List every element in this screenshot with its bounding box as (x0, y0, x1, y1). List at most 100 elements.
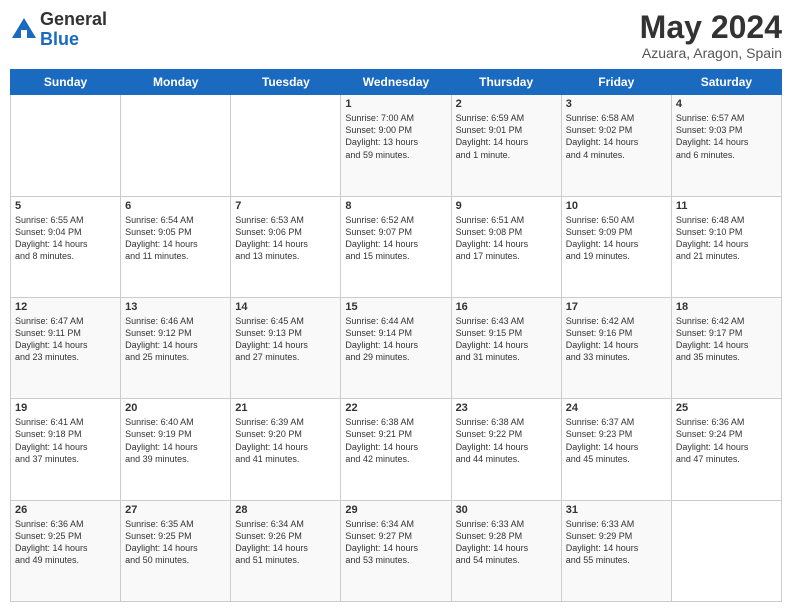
calendar-cell: 30 Sunrise: 6:33 AM Sunset: 9:28 PM Dayli… (451, 500, 561, 601)
day-number: 21 (235, 402, 336, 414)
day-content: Sunrise: 6:51 AM Sunset: 9:08 PM Dayligh… (456, 214, 557, 263)
calendar-cell: 22 Sunrise: 6:38 AM Sunset: 9:21 PM Dayli… (341, 399, 451, 500)
day-content: Sunrise: 6:39 AM Sunset: 9:20 PM Dayligh… (235, 416, 336, 465)
day-number: 19 (15, 402, 116, 414)
day-number: 28 (235, 504, 336, 516)
day-content: Sunrise: 6:54 AM Sunset: 9:05 PM Dayligh… (125, 214, 226, 263)
week-row-1: 1Sunrise: 7:00 AM Sunset: 9:00 PM Daylig… (11, 95, 782, 196)
calendar-cell: 4Sunrise: 6:57 AM Sunset: 9:03 PM Daylig… (671, 95, 781, 196)
day-number: 5 (15, 200, 116, 212)
day-number: 30 (456, 504, 557, 516)
col-thursday: Thursday (451, 70, 561, 95)
day-number: 15 (345, 301, 446, 313)
header-row: Sunday Monday Tuesday Wednesday Thursday… (11, 70, 782, 95)
day-content: Sunrise: 6:38 AM Sunset: 9:22 PM Dayligh… (456, 416, 557, 465)
calendar-cell: 17 Sunrise: 6:42 AM Sunset: 9:16 PM Dayli… (561, 297, 671, 398)
day-content: Sunrise: 6:45 AM Sunset: 9:13 PM Dayligh… (235, 315, 336, 364)
logo-general-text: General (40, 10, 107, 30)
day-number: 7 (235, 200, 336, 212)
day-number: 1 (345, 98, 446, 110)
calendar-cell: 27 Sunrise: 6:35 AM Sunset: 9:25 PM Dayli… (121, 500, 231, 601)
week-row-3: 12 Sunrise: 6:47 AM Sunset: 9:11 PM Dayli… (11, 297, 782, 398)
calendar-cell (671, 500, 781, 601)
col-wednesday: Wednesday (341, 70, 451, 95)
week-row-5: 26Sunrise: 6:36 AM Sunset: 9:25 PM Dayli… (11, 500, 782, 601)
logo-icon (10, 16, 38, 44)
day-content: Sunrise: 6:55 AM Sunset: 9:04 PM Dayligh… (15, 214, 116, 263)
day-content: Sunrise: 6:44 AM Sunset: 9:14 PM Dayligh… (345, 315, 446, 364)
calendar-cell (121, 95, 231, 196)
day-content: Sunrise: 6:33 AM Sunset: 9:29 PM Dayligh… (566, 518, 667, 567)
calendar-cell: 11Sunrise: 6:48 AM Sunset: 9:10 PM Dayli… (671, 196, 781, 297)
day-content: Sunrise: 6:42 AM Sunset: 9:16 PM Dayligh… (566, 315, 667, 364)
day-number: 27 (125, 504, 226, 516)
day-content: Sunrise: 6:35 AM Sunset: 9:25 PM Dayligh… (125, 518, 226, 567)
col-friday: Friday (561, 70, 671, 95)
calendar-cell: 8Sunrise: 6:52 AM Sunset: 9:07 PM Daylig… (341, 196, 451, 297)
calendar-cell: 15 Sunrise: 6:44 AM Sunset: 9:14 PM Dayli… (341, 297, 451, 398)
day-content: Sunrise: 6:47 AM Sunset: 9:11 PM Dayligh… (15, 315, 116, 364)
location-subtitle: Azuara, Aragon, Spain (640, 45, 782, 61)
calendar-cell: 20Sunrise: 6:40 AM Sunset: 9:19 PM Dayli… (121, 399, 231, 500)
calendar-cell: 1Sunrise: 7:00 AM Sunset: 9:00 PM Daylig… (341, 95, 451, 196)
day-content: Sunrise: 6:34 AM Sunset: 9:26 PM Dayligh… (235, 518, 336, 567)
day-content: Sunrise: 6:46 AM Sunset: 9:12 PM Dayligh… (125, 315, 226, 364)
calendar-cell: 18 Sunrise: 6:42 AM Sunset: 9:17 PM Dayli… (671, 297, 781, 398)
day-number: 16 (456, 301, 557, 313)
day-number: 6 (125, 200, 226, 212)
calendar-cell: 16 Sunrise: 6:43 AM Sunset: 9:15 PM Dayli… (451, 297, 561, 398)
day-number: 9 (456, 200, 557, 212)
week-row-4: 19Sunrise: 6:41 AM Sunset: 9:18 PM Dayli… (11, 399, 782, 500)
day-content: Sunrise: 6:57 AM Sunset: 9:03 PM Dayligh… (676, 112, 777, 161)
calendar-cell: 6 Sunrise: 6:54 AM Sunset: 9:05 PM Daylig… (121, 196, 231, 297)
calendar-cell: 2 Sunrise: 6:59 AM Sunset: 9:01 PM Daylig… (451, 95, 561, 196)
month-title: May 2024 (640, 10, 782, 45)
calendar-cell: 14 Sunrise: 6:45 AM Sunset: 9:13 PM Dayli… (231, 297, 341, 398)
day-number: 2 (456, 98, 557, 110)
calendar-cell: 12 Sunrise: 6:47 AM Sunset: 9:11 PM Dayli… (11, 297, 121, 398)
day-number: 14 (235, 301, 336, 313)
day-content: Sunrise: 6:48 AM Sunset: 9:10 PM Dayligh… (676, 214, 777, 263)
calendar-cell (231, 95, 341, 196)
day-number: 23 (456, 402, 557, 414)
day-content: Sunrise: 6:37 AM Sunset: 9:23 PM Dayligh… (566, 416, 667, 465)
day-number: 18 (676, 301, 777, 313)
calendar-cell: 28 Sunrise: 6:34 AM Sunset: 9:26 PM Dayli… (231, 500, 341, 601)
calendar-cell: 13Sunrise: 6:46 AM Sunset: 9:12 PM Dayli… (121, 297, 231, 398)
day-content: Sunrise: 6:50 AM Sunset: 9:09 PM Dayligh… (566, 214, 667, 263)
day-content: Sunrise: 6:33 AM Sunset: 9:28 PM Dayligh… (456, 518, 557, 567)
calendar-cell: 24 Sunrise: 6:37 AM Sunset: 9:23 PM Dayli… (561, 399, 671, 500)
day-number: 3 (566, 98, 667, 110)
calendar-cell: 31Sunrise: 6:33 AM Sunset: 9:29 PM Dayli… (561, 500, 671, 601)
day-number: 17 (566, 301, 667, 313)
col-sunday: Sunday (11, 70, 121, 95)
title-block: May 2024 Azuara, Aragon, Spain (640, 10, 782, 61)
day-number: 25 (676, 402, 777, 414)
day-content: Sunrise: 6:59 AM Sunset: 9:01 PM Dayligh… (456, 112, 557, 161)
day-content: Sunrise: 6:38 AM Sunset: 9:21 PM Dayligh… (345, 416, 446, 465)
day-number: 24 (566, 402, 667, 414)
day-content: Sunrise: 6:52 AM Sunset: 9:07 PM Dayligh… (345, 214, 446, 263)
calendar-cell: 29 Sunrise: 6:34 AM Sunset: 9:27 PM Dayli… (341, 500, 451, 601)
calendar-cell: 9 Sunrise: 6:51 AM Sunset: 9:08 PM Daylig… (451, 196, 561, 297)
day-content: Sunrise: 6:36 AM Sunset: 9:24 PM Dayligh… (676, 416, 777, 465)
calendar-header: Sunday Monday Tuesday Wednesday Thursday… (11, 70, 782, 95)
calendar-cell: 25 Sunrise: 6:36 AM Sunset: 9:24 PM Dayli… (671, 399, 781, 500)
day-content: Sunrise: 6:42 AM Sunset: 9:17 PM Dayligh… (676, 315, 777, 364)
day-content: Sunrise: 6:43 AM Sunset: 9:15 PM Dayligh… (456, 315, 557, 364)
calendar-cell: 23 Sunrise: 6:38 AM Sunset: 9:22 PM Dayli… (451, 399, 561, 500)
calendar-cell: 3Sunrise: 6:58 AM Sunset: 9:02 PM Daylig… (561, 95, 671, 196)
day-number: 12 (15, 301, 116, 313)
logo-blue-text: Blue (40, 30, 107, 50)
col-saturday: Saturday (671, 70, 781, 95)
day-content: Sunrise: 6:53 AM Sunset: 9:06 PM Dayligh… (235, 214, 336, 263)
day-number: 20 (125, 402, 226, 414)
calendar-cell: 7 Sunrise: 6:53 AM Sunset: 9:06 PM Daylig… (231, 196, 341, 297)
day-number: 29 (345, 504, 446, 516)
day-number: 22 (345, 402, 446, 414)
calendar-cell: 21 Sunrise: 6:39 AM Sunset: 9:20 PM Dayli… (231, 399, 341, 500)
day-content: Sunrise: 6:34 AM Sunset: 9:27 PM Dayligh… (345, 518, 446, 567)
week-row-2: 5 Sunrise: 6:55 AM Sunset: 9:04 PM Daylig… (11, 196, 782, 297)
page: General Blue May 2024 Azuara, Aragon, Sp… (0, 0, 792, 612)
day-number: 26 (15, 504, 116, 516)
